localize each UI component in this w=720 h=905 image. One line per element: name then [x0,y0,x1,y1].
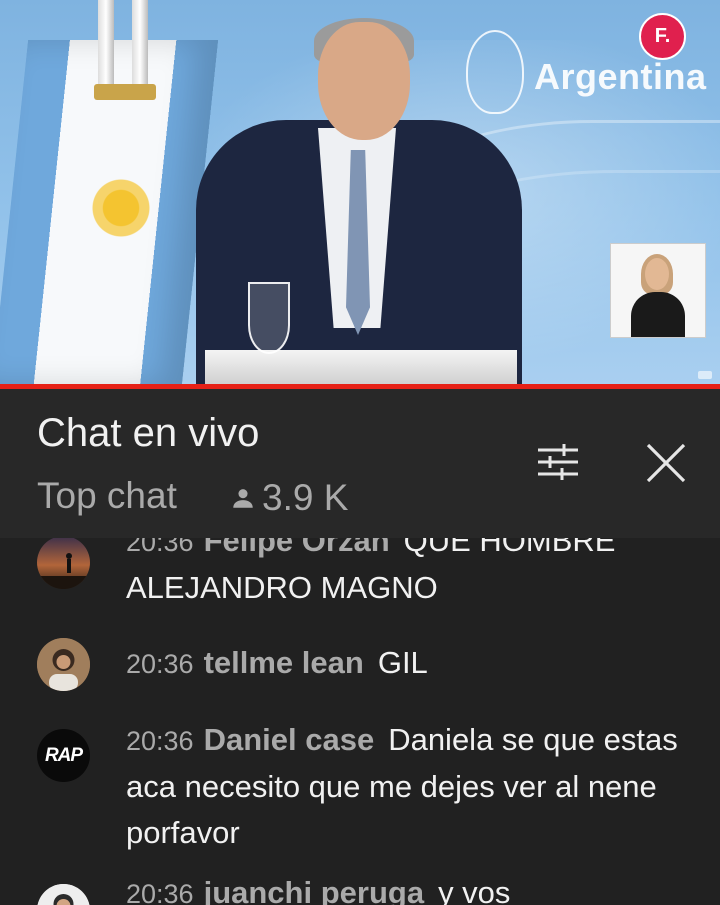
message-author[interactable]: juanchi peruga [204,875,424,905]
channel-badge: F. [639,13,686,60]
interpreter-head [645,258,669,290]
person-icon [233,489,253,508]
viewer-count: 3.9 K [230,477,348,519]
message-body: GIL [377,645,428,680]
sign-language-interpreter-inset [610,243,706,338]
portrait-avatar[interactable] [37,884,90,905]
person-photo [37,638,90,691]
message-author[interactable]: tellme lean [204,645,364,680]
silhouette-figure [37,553,90,589]
coat-of-arms-logo [466,30,524,114]
message-timestamp: 20:36 [126,649,194,679]
broadcaster-logo-text: Argentina [534,56,707,97]
sliders-icon [538,444,578,480]
message-body: y vos [438,875,511,905]
video-corner-marker [698,371,712,379]
chat-title: Chat en vivo [37,411,260,455]
message-text: 20:36 tellme lean GIL [126,640,686,687]
message-text: 20:36 juanchi peruga y vos [126,870,686,905]
interpreter-body [631,292,685,337]
message-author[interactable]: Daniel case [204,722,375,757]
chat-header: Chat en vivo Top chat 3.9 K [0,389,720,538]
person-photo [37,884,90,905]
viewer-count-value: 3.9 K [262,477,349,518]
close-icon [646,443,686,483]
message-timestamp: 20:36 [126,538,194,557]
chat-message-list[interactable]: 20:36 Felipe Orzan QUE HOMBRE ALEJANDRO MA… [0,538,720,905]
message-author[interactable]: Felipe Orzan [204,538,390,558]
water-glass [248,282,290,354]
sunset-photo-avatar[interactable] [37,538,90,589]
message-timestamp: 20:36 [126,879,194,905]
message-timestamp: 20:36 [126,726,194,756]
video-player[interactable]: Argentina F. [0,0,720,385]
close-button[interactable] [642,439,690,487]
portrait-avatar[interactable] [37,638,90,691]
message-text: 20:36 Daniel case Daniela se que estas aca… [126,717,686,856]
chat-mode-selector[interactable]: Top chat [37,475,177,517]
flag-pole-ornament [94,84,156,100]
rap-logo-avatar[interactable]: RAP [37,729,90,782]
flag-sun-emblem [88,175,154,241]
filter-button[interactable] [533,439,583,485]
message-text: 20:36 Felipe Orzan QUE HOMBRE ALEJANDRO MA… [126,538,686,611]
speaker-head [318,22,410,140]
podium [205,350,517,385]
